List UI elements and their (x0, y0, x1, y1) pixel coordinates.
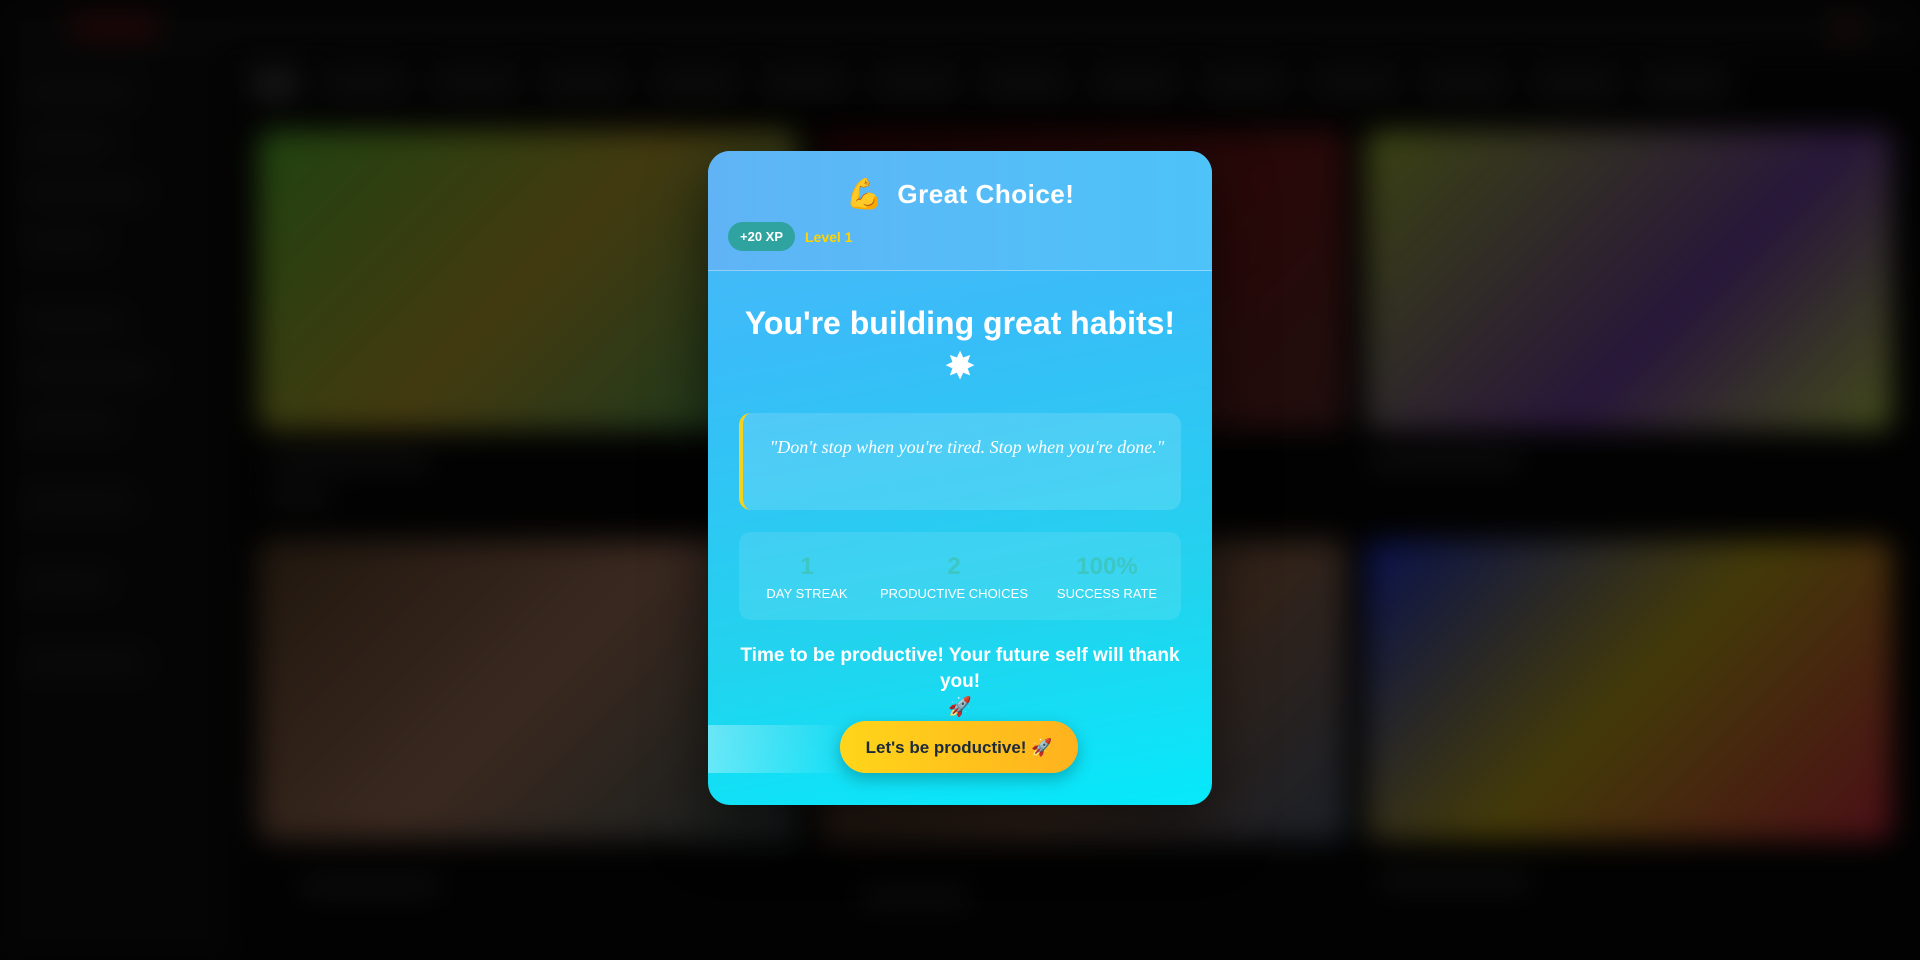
lets-be-productive-button[interactable]: Let's be productive! 🚀 (840, 721, 1078, 773)
great-choice-modal: 💪 Great Choice! +20 XP Level 1 You're bu… (708, 151, 1212, 805)
motivational-quote: "Don't stop when you're tired. Stop when… (769, 437, 1165, 457)
sparkle-icon: ✸ (944, 346, 976, 388)
xp-badge: +20 XP (728, 222, 796, 251)
flexed-biceps-icon: 💪 (845, 178, 883, 211)
tagline-text: Time to be productive! Your future self … (740, 645, 1180, 692)
button-glow (708, 725, 848, 773)
stat-value: 1 (800, 553, 814, 580)
stat-label: DAY STREAK (766, 586, 848, 601)
quote-box: "Don't stop when you're tired. Stop when… (739, 413, 1181, 510)
stat-label: SUCCESS RATE (1056, 586, 1158, 601)
cta-row: Let's be productive! 🚀 (708, 721, 1212, 773)
stat-label: PRODUCTIVE CHOICES (879, 586, 1029, 601)
modal-header: 💪 Great Choice! +20 XP Level 1 (708, 151, 1212, 271)
modal-title: Great Choice! (897, 179, 1075, 209)
stat-success-rate: 100% SUCCESS RATE (1033, 553, 1181, 602)
level-label: Level 1 (805, 229, 853, 245)
stat-value: 100% (1076, 553, 1138, 580)
headline: You're building great habits! (744, 305, 1176, 341)
stat-day-streak: 1 DAY STREAK (739, 553, 875, 602)
stat-productive-choices: 2 PRODUCTIVE CHOICES (875, 553, 1033, 602)
tagline: Time to be productive! Your future self … (728, 643, 1192, 721)
stat-value: 2 (947, 553, 961, 580)
rocket-icon: 🚀 (948, 697, 972, 718)
modal-title-row: 💪 Great Choice! (708, 177, 1212, 212)
stats-panel: 1 DAY STREAK 2 PRODUCTIVE CHOICES 100% S… (739, 532, 1181, 620)
